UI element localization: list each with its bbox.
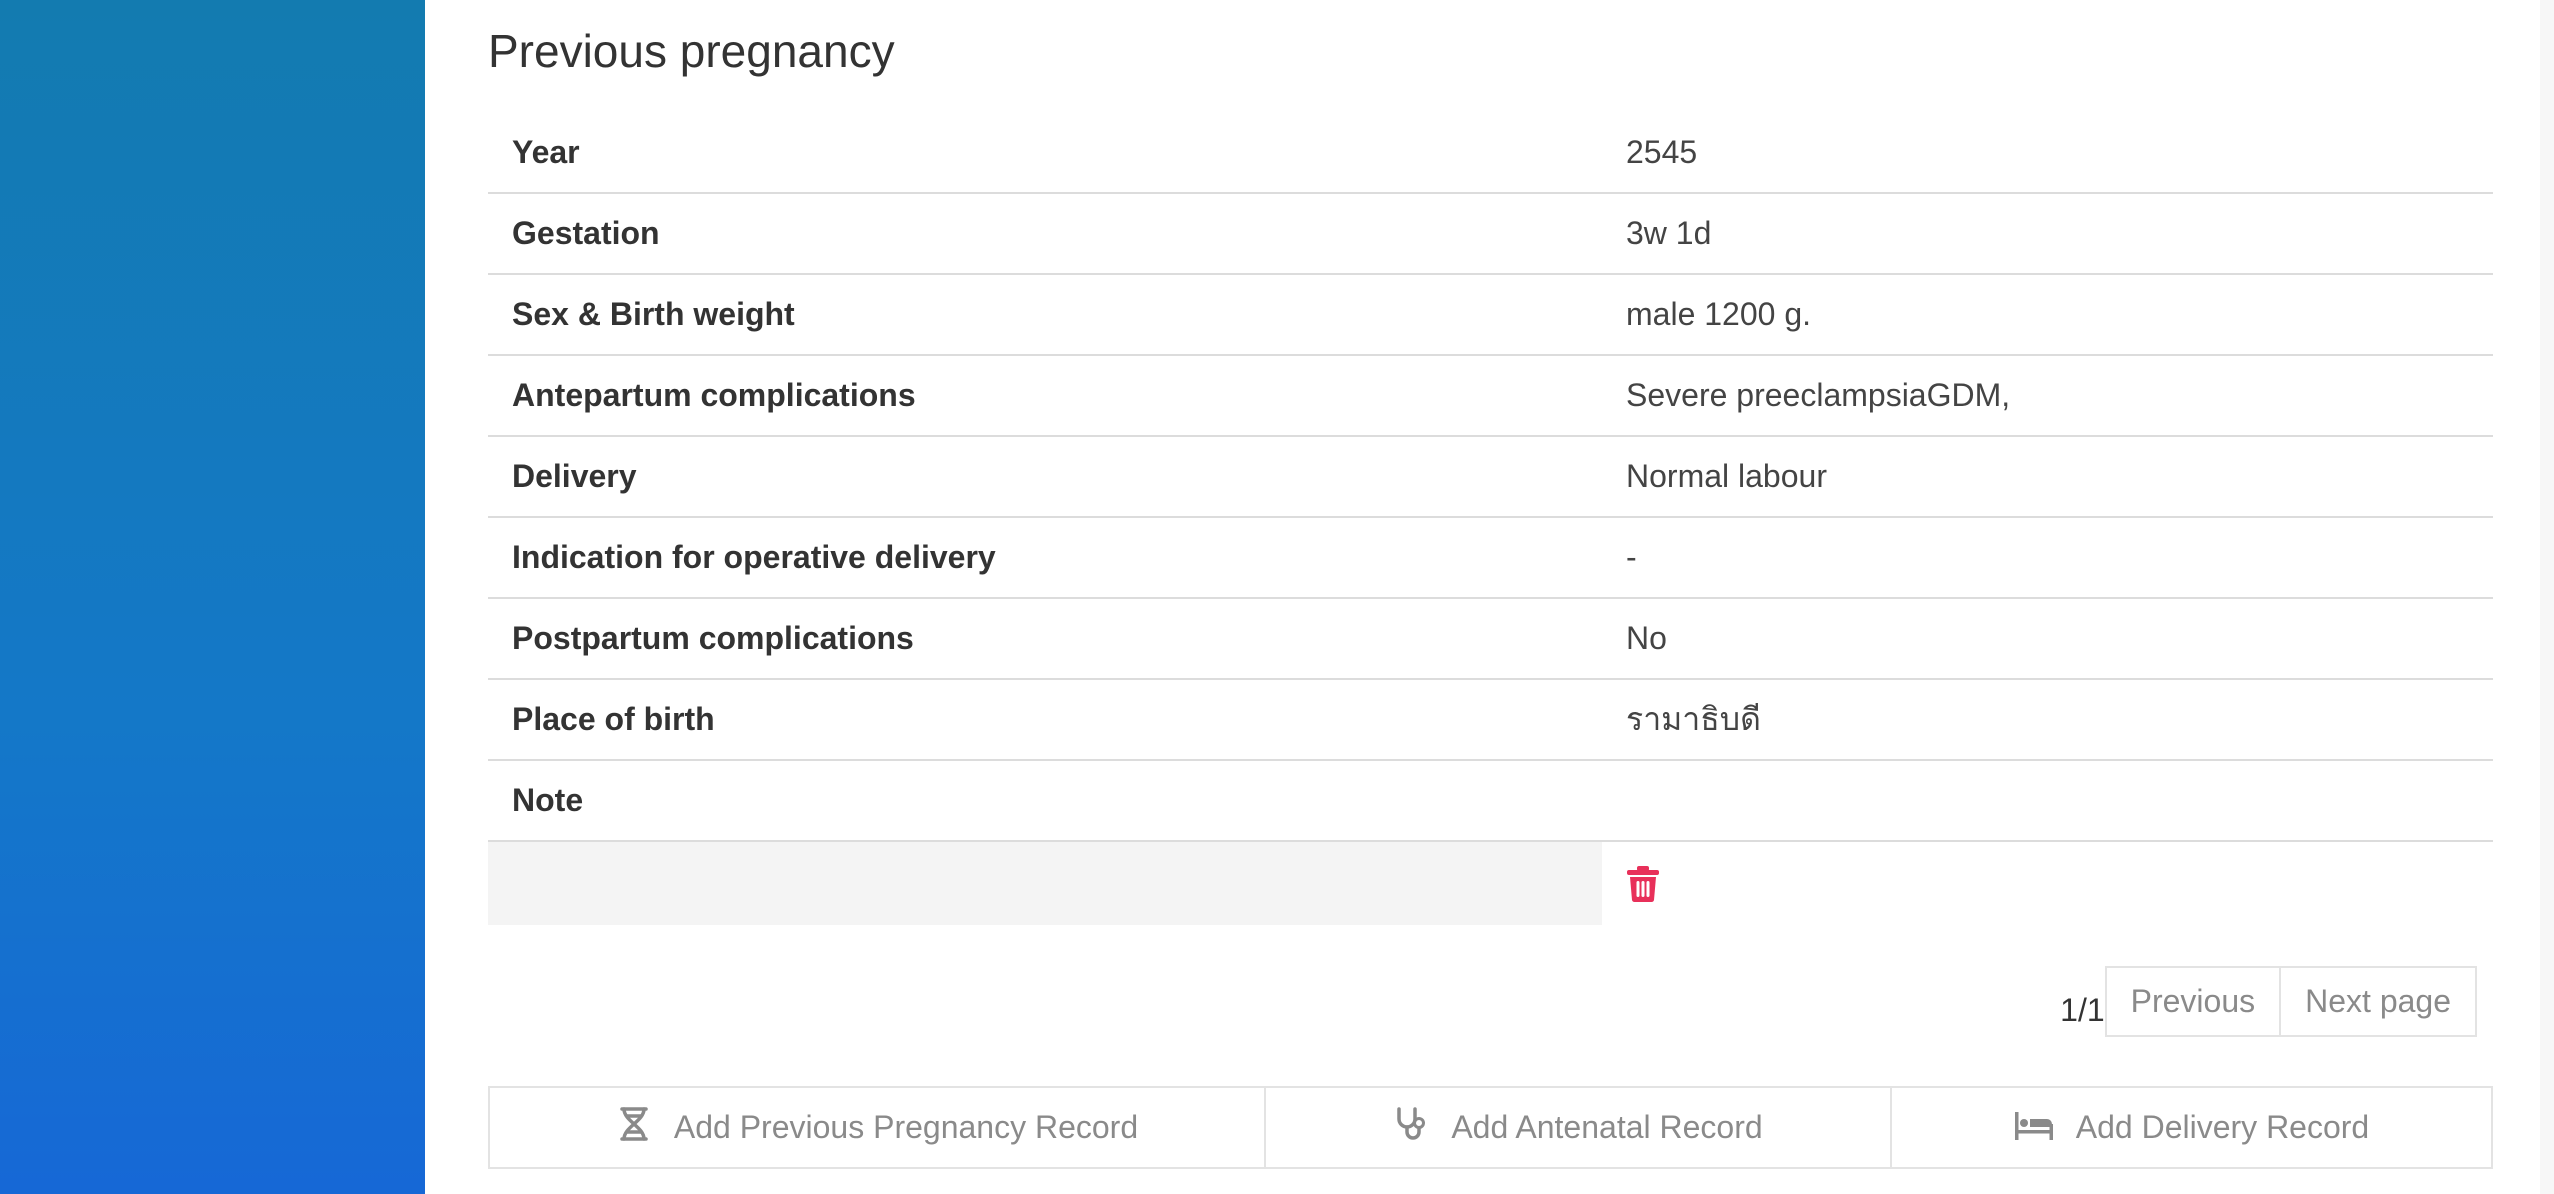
main-content: Previous pregnancy Year 2545 Gestation 3… [425,0,2540,1194]
trash-icon[interactable] [1626,865,1660,903]
add-previous-pregnancy-label: Add Previous Pregnancy Record [673,1109,1139,1145]
previous-page-button[interactable]: Previous [2104,966,2282,1037]
page-title: Previous pregnancy [488,25,895,77]
page-count: 1/1 [2060,992,2105,1028]
table-row-actions [488,841,2493,925]
add-delivery-button[interactable]: Add Delivery Record [1890,1088,2491,1167]
row-value: - [1602,517,2493,599]
row-value: Severe preeclampsiaGDM, [1602,355,2493,437]
row-label: Indication for operative delivery [488,517,1602,599]
row-value [1602,760,2493,842]
row-value: No [1602,598,2493,680]
row-label: Antepartum complications [488,355,1602,437]
row-value: Normal labour [1602,436,2493,518]
sidebar [0,0,425,1194]
table-row-gestation: Gestation 3w 1d [488,193,2493,275]
stethoscope-icon [1393,1106,1429,1150]
bed-icon [2014,1106,2054,1150]
row-label: Year [488,112,1602,194]
row-label: Note [488,760,1602,842]
table-row-antepartum: Antepartum complications Severe preeclam… [488,355,2493,437]
add-previous-pregnancy-button[interactable]: Add Previous Pregnancy Record [490,1088,1264,1167]
row-label: Place of birth [488,679,1602,761]
pregnancy-detail-table: Year 2545 Gestation 3w 1d Sex & Birth we… [488,112,2493,925]
add-delivery-label: Add Delivery Record [2075,1109,2370,1145]
row-value: รามาธิบดี [1602,679,2493,761]
pagination: 1/1 Previous Next page [2060,966,2477,1037]
table-row-sex-birth-weight: Sex & Birth weight male 1200 g. [488,274,2493,356]
next-page-button[interactable]: Next page [2281,966,2477,1037]
row-label: Postpartum complications [488,598,1602,680]
action-spacer [488,841,1602,925]
row-value: male 1200 g. [1602,274,2493,356]
row-label: Delivery [488,436,1602,518]
table-row-delivery: Delivery Normal labour [488,436,2493,518]
table-row-postpartum: Postpartum complications No [488,598,2493,680]
row-value: 2545 [1602,112,2493,194]
row-label: Gestation [488,193,1602,275]
table-row-year: Year 2545 [488,112,2493,194]
action-cell [1602,841,2493,925]
add-antenatal-label: Add Antenatal Record [1451,1109,1763,1145]
row-label: Sex & Birth weight [488,274,1602,356]
dna-icon [616,1106,652,1150]
table-row-indication: Indication for operative delivery - [488,517,2493,599]
table-row-place-of-birth: Place of birth รามาธิบดี [488,679,2493,761]
row-value: 3w 1d [1602,193,2493,275]
record-actions-bar: Add Previous Pregnancy Record Add Antena… [488,1086,2493,1169]
table-row-note: Note [488,760,2493,842]
add-antenatal-button[interactable]: Add Antenatal Record [1264,1088,1890,1167]
